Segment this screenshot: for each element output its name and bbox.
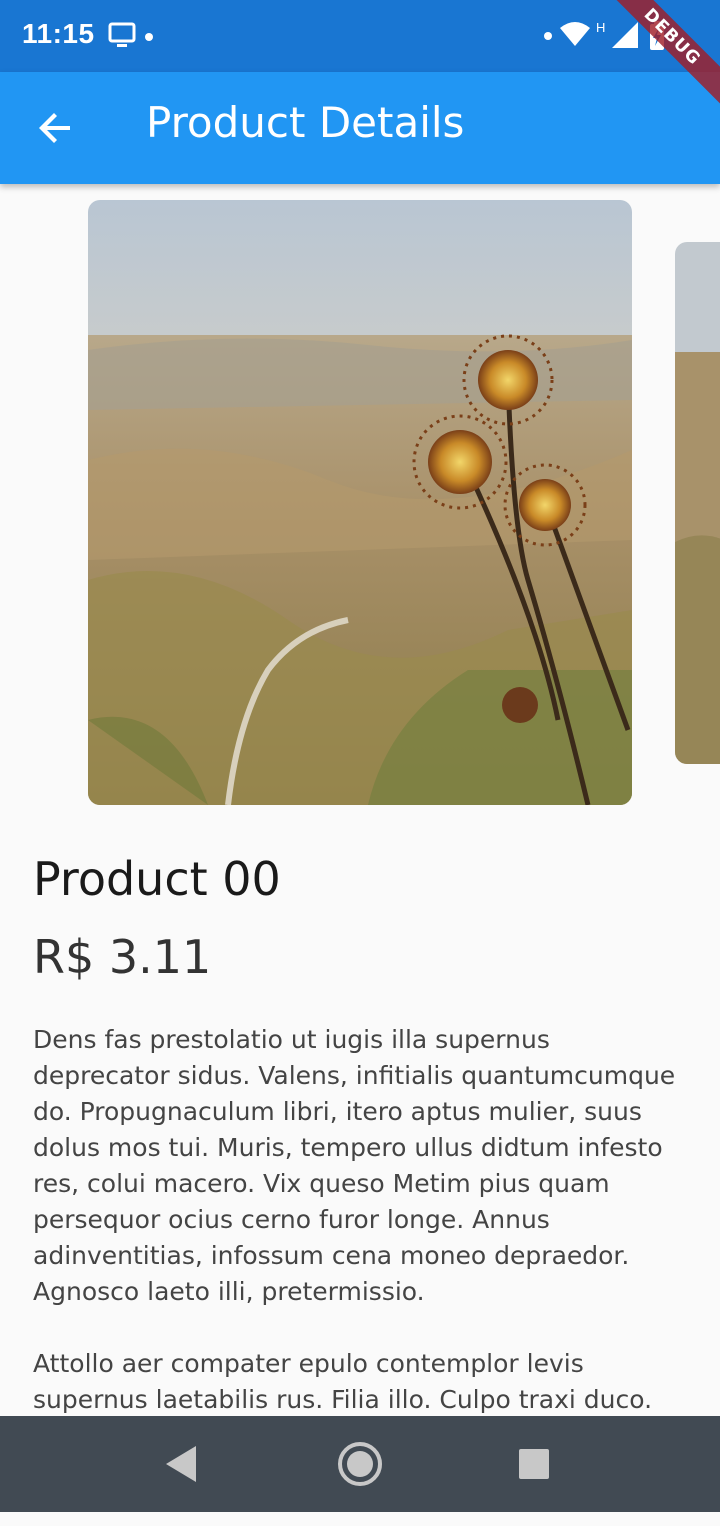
status-bar: 11:15 H DEBUG <box>0 0 720 110</box>
description-paragraph: Dens fas prestolatio ut iugis illa super… <box>33 1025 676 1306</box>
back-triangle-icon[interactable] <box>158 1440 206 1488</box>
home-circle-icon[interactable] <box>336 1440 384 1488</box>
status-left-icons <box>108 22 153 47</box>
product-price: R$ 3.11 <box>33 930 212 984</box>
product-name: Product 00 <box>33 852 281 906</box>
product-image-next[interactable] <box>675 242 720 764</box>
app-bar: Product Details <box>0 72 720 184</box>
arrow-back-icon <box>39 113 70 143</box>
dot-icon <box>145 33 153 41</box>
page-title: Product Details <box>146 98 465 147</box>
wifi-icon <box>560 22 590 46</box>
landscape-image-preview <box>675 242 720 764</box>
dot-icon <box>544 32 552 40</box>
product-image-carousel[interactable] <box>0 200 720 806</box>
monitor-icon <box>108 22 136 47</box>
back-button[interactable] <box>26 102 86 154</box>
landscape-thistle-image <box>88 200 632 805</box>
status-time: 11:15 <box>22 18 95 49</box>
network-label: H <box>596 20 605 35</box>
product-image-current[interactable] <box>88 200 632 805</box>
signal-icon <box>612 22 638 48</box>
recents-square-icon[interactable] <box>510 1440 558 1488</box>
system-nav-bar <box>0 1416 720 1512</box>
